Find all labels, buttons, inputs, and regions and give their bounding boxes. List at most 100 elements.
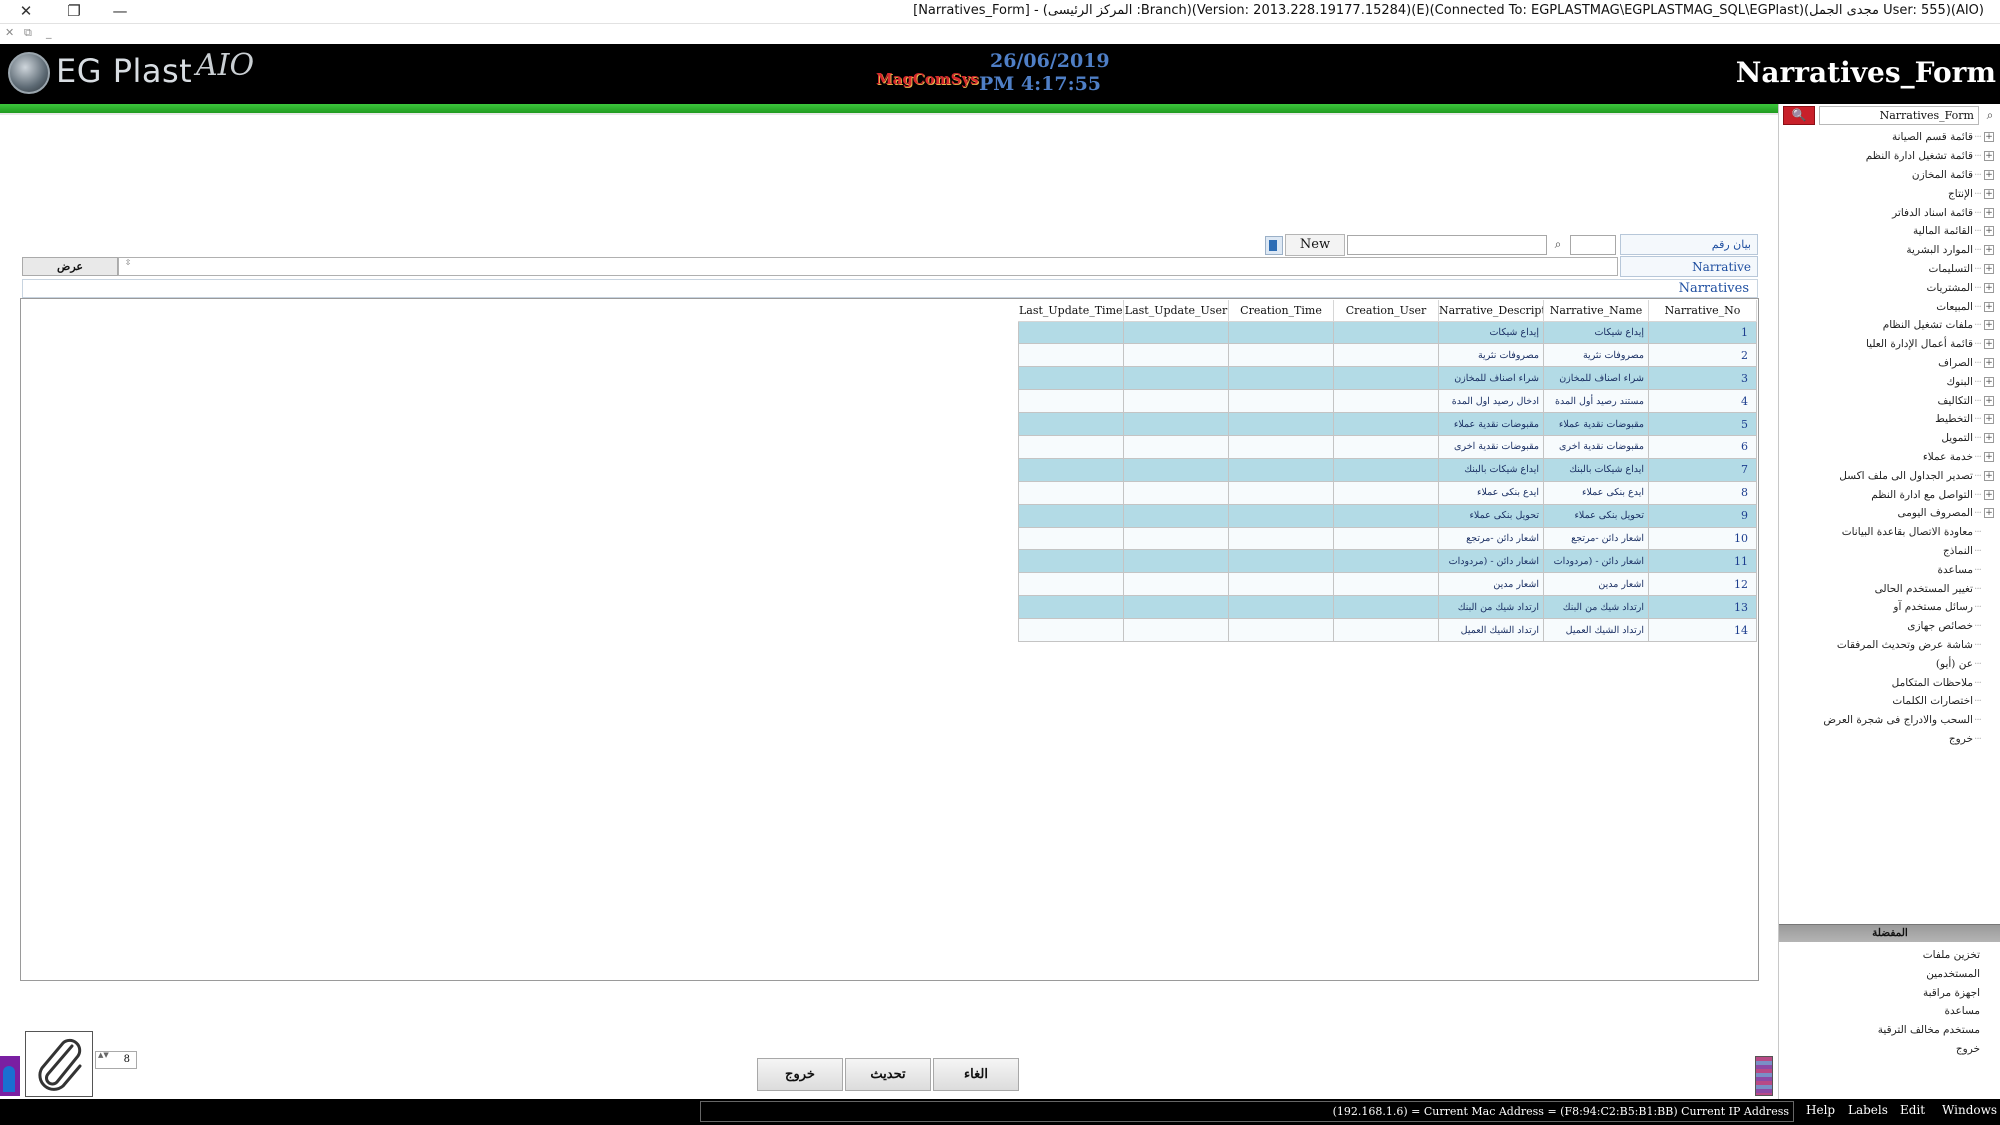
expand-plus-icon[interactable]: + [1984, 263, 1994, 274]
table-cell[interactable] [1018, 434, 1124, 459]
cell-narrative-name[interactable]: اشعار دائن - (مردودات [1543, 549, 1649, 574]
favorite-item[interactable]: اجهزة مراقبة [1780, 984, 1980, 1003]
tree-item[interactable]: الصراف ··· + [1784, 354, 1994, 373]
cell-narrative-name[interactable]: شراء اصناف للمخازن [1543, 366, 1649, 391]
table-cell[interactable] [1123, 572, 1229, 597]
cell-narrative-description[interactable]: مصروفات نثرية [1438, 343, 1544, 368]
tree-item[interactable]: التواصل مع ادارة النظم ··· + [1784, 485, 1994, 504]
cell-narrative-description[interactable]: ايدع بنكى عملاء [1438, 480, 1544, 505]
expand-plus-icon[interactable]: + [1984, 132, 1994, 143]
expand-plus-icon[interactable]: + [1984, 470, 1994, 481]
table-cell[interactable] [1228, 389, 1334, 414]
table-row[interactable]: مصروفات نثرية مصروفات نثرية 2 [1018, 343, 1757, 368]
cell-narrative-no[interactable]: 1 [1648, 320, 1757, 345]
expand-plus-icon[interactable]: + [1984, 395, 1994, 406]
column-header[interactable]: Creation_Time [1228, 300, 1334, 322]
cell-narrative-name[interactable]: ايداع شيكات بالبنك [1543, 457, 1649, 482]
table-cell[interactable] [1333, 343, 1439, 368]
tree-item[interactable]: ملاحظات المتكامل ··· [1784, 673, 1994, 692]
menu-windows[interactable]: Windows [1942, 1103, 1997, 1117]
table-row[interactable]: مقبوضات نقدية عملاء مقبوضات نقدية عملاء 5 [1018, 412, 1757, 436]
table-cell[interactable] [1333, 412, 1439, 436]
table-row[interactable]: ايدع بنكى عملاء ايدع بنكى عملاء 8 [1018, 480, 1757, 505]
expand-plus-icon[interactable]: + [1984, 451, 1994, 462]
tree-item[interactable]: معاودة الاتصال بقاعدة البيانات ··· [1784, 523, 1994, 542]
tree-item[interactable]: اختصارات الكلمات ··· [1784, 692, 1994, 711]
table-cell[interactable] [1018, 480, 1124, 505]
table-cell[interactable] [1228, 503, 1334, 528]
table-cell[interactable] [1123, 366, 1229, 391]
cell-narrative-name[interactable]: تحويل بنكى عملاء [1543, 503, 1649, 528]
cell-narrative-name[interactable]: مقبوضات نقدية اخرى [1543, 434, 1649, 459]
search-button[interactable]: 🔍 [1783, 106, 1815, 125]
expand-plus-icon[interactable]: + [1984, 226, 1994, 237]
expand-plus-icon[interactable]: + [1984, 414, 1994, 425]
cell-narrative-name[interactable]: اشعار دائن -مرتجع [1543, 526, 1649, 551]
table-cell[interactable] [1123, 549, 1229, 574]
narrative-description-input[interactable] [118, 257, 1618, 276]
table-cell[interactable] [1123, 503, 1229, 528]
cell-narrative-no[interactable]: 4 [1648, 389, 1757, 414]
table-cell[interactable] [1018, 618, 1124, 642]
form-search-input[interactable]: Narratives_Form [1819, 106, 1979, 125]
cell-narrative-no[interactable]: 5 [1648, 412, 1757, 436]
cell-narrative-description[interactable]: ارتداد الشيك العميل [1438, 618, 1544, 642]
tree-item[interactable]: خروج ··· [1784, 730, 1994, 749]
table-row[interactable]: اشعار دائن -مرتجع اشعار دائن -مرتجع 10 [1018, 526, 1757, 551]
expand-plus-icon[interactable]: + [1984, 169, 1994, 180]
narrative-number-input[interactable] [1570, 235, 1616, 255]
column-header[interactable]: Narrative_No [1648, 300, 1757, 322]
cell-narrative-no[interactable]: 2 [1648, 343, 1757, 368]
search-icon[interactable]: ⌕ [1981, 106, 1999, 125]
cell-narrative-description[interactable]: مقبوضات نقدية عملاء [1438, 412, 1544, 436]
table-cell[interactable] [1018, 503, 1124, 528]
table-row[interactable]: ارتداد الشيك العميل ارتداد الشيك العميل 14 [1018, 618, 1757, 642]
table-row[interactable]: تحويل بنكى عملاء تحويل بنكى عملاء 9 [1018, 503, 1757, 528]
expand-plus-icon[interactable]: + [1984, 339, 1994, 350]
table-cell[interactable] [1228, 343, 1334, 368]
tree-item[interactable]: رسائل مستخدم آو ··· [1784, 598, 1994, 617]
expand-plus-icon[interactable]: + [1984, 301, 1994, 312]
table-cell[interactable] [1228, 480, 1334, 505]
tree-item[interactable]: مساعدة ··· [1784, 560, 1994, 579]
cell-narrative-description[interactable]: ارتداد شيك من البنك [1438, 595, 1544, 620]
expand-plus-icon[interactable]: + [1984, 320, 1994, 331]
spin-icon[interactable]: ⇳ [122, 259, 134, 273]
expand-plus-icon[interactable]: + [1984, 489, 1994, 500]
table-cell[interactable] [1123, 480, 1229, 505]
cell-narrative-description[interactable]: اشعار مدين [1438, 572, 1544, 597]
expand-plus-icon[interactable]: + [1984, 207, 1994, 218]
table-cell[interactable] [1018, 320, 1124, 345]
cell-narrative-no[interactable]: 10 [1648, 526, 1757, 551]
cell-narrative-description[interactable]: اشعار دائن - (مردودات [1438, 549, 1544, 574]
tree-item[interactable]: التسليمات ··· + [1784, 260, 1994, 279]
tree-item[interactable]: السحب والادراج فى شجرة العرض ··· [1784, 711, 1994, 730]
table-cell[interactable] [1123, 457, 1229, 482]
menu-labels[interactable]: Labels [1848, 1103, 1888, 1117]
cell-narrative-no[interactable]: 6 [1648, 434, 1757, 459]
cell-narrative-name[interactable]: مصروفات نثرية [1543, 343, 1649, 368]
favorite-item[interactable]: المستخدمين [1780, 965, 1980, 984]
table-cell[interactable] [1018, 412, 1124, 436]
tree-item[interactable]: المبيعات ··· + [1784, 297, 1994, 316]
cell-narrative-no[interactable]: 11 [1648, 549, 1757, 574]
cell-narrative-no[interactable]: 8 [1648, 480, 1757, 505]
table-row[interactable]: ارتداد شيك من البنك ارتداد شيك من البنك 13 [1018, 595, 1757, 620]
minimize-window-icon[interactable]: — [100, 0, 140, 24]
table-row[interactable]: اشعار دائن - (مردودات اشعار دائن - (مردود… [1018, 549, 1757, 574]
tree-item[interactable]: القائمة المالية ··· + [1784, 222, 1994, 241]
tree-item[interactable]: التخطيط ··· + [1784, 410, 1994, 429]
cell-narrative-name[interactable]: ارتداد الشيك العميل [1543, 618, 1649, 642]
tree-item[interactable]: تغيير المستخدم الحالى ··· [1784, 579, 1994, 598]
tree-item[interactable]: المصروف اليومى ··· + [1784, 504, 1994, 523]
expand-plus-icon[interactable]: + [1984, 376, 1994, 387]
tree-item[interactable]: قائمة أعمال الإدارة العليا ··· + [1784, 335, 1994, 354]
table-cell[interactable] [1123, 526, 1229, 551]
cell-narrative-no[interactable]: 3 [1648, 366, 1757, 391]
table-cell[interactable] [1228, 320, 1334, 345]
expand-plus-icon[interactable]: + [1984, 151, 1994, 162]
cell-narrative-no[interactable]: 7 [1648, 457, 1757, 482]
favorite-item[interactable]: خروج [1780, 1040, 1980, 1059]
cell-narrative-name[interactable]: اشعار مدين [1543, 572, 1649, 597]
restore-window-icon[interactable]: ❐ [54, 0, 94, 24]
